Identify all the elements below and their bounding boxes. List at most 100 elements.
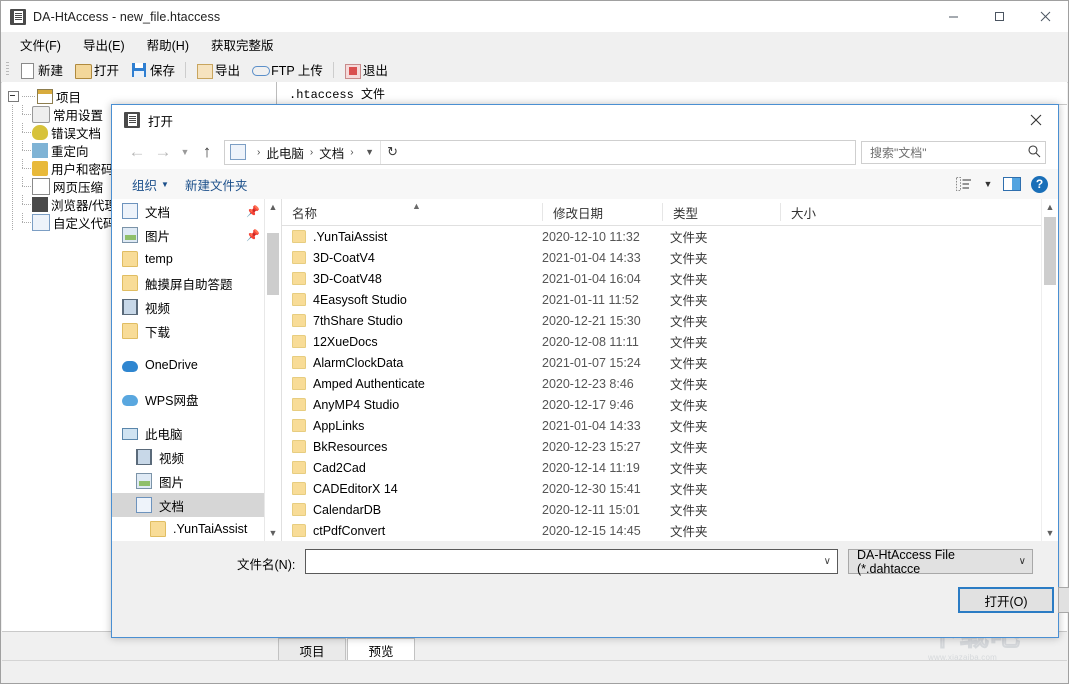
file-name-cell: .YunTaiAssist bbox=[282, 230, 542, 244]
menu-file[interactable]: 文件(F) bbox=[9, 32, 72, 57]
file-row[interactable]: 12XueDocs2020-12-08 11:11文件夹 bbox=[282, 331, 1058, 352]
organize-button[interactable]: 组织 ▼ bbox=[124, 173, 177, 196]
search-input[interactable]: 搜索"文档" bbox=[861, 141, 1046, 164]
file-row[interactable]: .YunTaiAssist2020-12-10 11:32文件夹 bbox=[282, 226, 1058, 247]
scroll-down-icon[interactable]: ▼ bbox=[1042, 525, 1058, 541]
file-date-cell: 2020-12-23 8:46 bbox=[542, 377, 662, 391]
menu-get-full-version[interactable]: 获取完整版 bbox=[200, 32, 285, 57]
forward-arrow-icon[interactable]: → bbox=[150, 140, 176, 164]
file-row[interactable]: 3D-CoatV482021-01-04 16:04文件夹 bbox=[282, 268, 1058, 289]
folder-icon bbox=[292, 335, 306, 348]
column-header[interactable]: 类型 bbox=[662, 203, 780, 221]
menu-help[interactable]: 帮助(H) bbox=[136, 32, 200, 57]
place-item[interactable]: 触摸屏自助答题 bbox=[112, 271, 264, 295]
file-name-cell: CADEditorX 14 bbox=[282, 482, 542, 496]
refresh-icon[interactable]: ↻ bbox=[380, 141, 405, 164]
breadcrumb-documents[interactable]: 文档 bbox=[319, 143, 344, 162]
project-grid-icon bbox=[37, 89, 53, 104]
tree-connector bbox=[8, 105, 18, 123]
file-row[interactable]: AlarmClockData2021-01-07 15:24文件夹 bbox=[282, 352, 1058, 373]
file-type-dropdown[interactable]: DA-HtAccess File (*.dahtacce ∨ bbox=[848, 549, 1033, 574]
place-label: 图片 bbox=[159, 472, 184, 491]
file-row[interactable]: AppLinks2021-01-04 14:33文件夹 bbox=[282, 415, 1058, 436]
back-arrow-icon[interactable]: ← bbox=[124, 140, 150, 164]
preview-pane-icon[interactable] bbox=[1001, 174, 1023, 194]
scroll-up-icon[interactable]: ▲ bbox=[265, 199, 281, 215]
chevron-down-icon[interactable]: ∨ bbox=[824, 556, 831, 567]
new-folder-button[interactable]: 新建文件夹 bbox=[177, 173, 256, 196]
toolbar-ftp-upload-button[interactable]: FTP 上传 bbox=[246, 58, 329, 81]
tab-preview[interactable]: 预览 bbox=[347, 638, 415, 661]
open-button[interactable]: 打开(O) bbox=[958, 587, 1054, 613]
toolbar-exit-button[interactable]: 退出 bbox=[338, 58, 394, 81]
place-item[interactable]: 视频 bbox=[112, 295, 264, 319]
tool-bar: 新建 打开 保存 导出 FTP 上传 退出 bbox=[1, 57, 1068, 83]
column-header[interactable]: 大小 bbox=[780, 203, 858, 221]
cancel-button[interactable]: 取消 bbox=[1058, 587, 1069, 613]
pin-icon[interactable]: 📌 bbox=[246, 229, 260, 242]
file-row[interactable]: BkResources2020-12-23 15:27文件夹 bbox=[282, 436, 1058, 457]
place-item[interactable]: 图片 bbox=[112, 469, 264, 493]
maximize-button[interactable] bbox=[976, 1, 1022, 32]
open-file-dialog: 打开 ← → ▼ ↑ › 此电脑 › 文档 › ▼ ↻ 搜索"文档" bbox=[111, 104, 1059, 638]
column-header[interactable]: 名称▲ bbox=[282, 203, 542, 221]
tree-item-project[interactable]: 项目 bbox=[8, 87, 276, 105]
toolbar-new-button[interactable]: 新建 bbox=[13, 58, 69, 81]
breadcrumb-this-pc[interactable]: 此电脑 bbox=[266, 143, 304, 162]
places-scrollbar[interactable]: ▲ ▼ bbox=[265, 199, 282, 541]
place-label: OneDrive bbox=[145, 358, 198, 372]
view-list-icon[interactable] bbox=[953, 174, 975, 194]
video-icon bbox=[136, 449, 152, 465]
compress-icon bbox=[32, 178, 50, 195]
menu-export[interactable]: 导出(E) bbox=[72, 32, 136, 57]
file-row[interactable]: Amped Authenticate2020-12-23 8:46文件夹 bbox=[282, 373, 1058, 394]
toolbar-export-button[interactable]: 导出 bbox=[190, 58, 246, 81]
scroll-thumb[interactable] bbox=[267, 233, 279, 295]
minimize-button[interactable] bbox=[930, 1, 976, 32]
place-item[interactable]: 文档📌 bbox=[112, 199, 264, 223]
toolbar-grip[interactable] bbox=[6, 62, 9, 77]
history-chevron-icon[interactable]: ▼ bbox=[176, 140, 194, 164]
dialog-close-button[interactable] bbox=[1013, 105, 1058, 135]
tab-project[interactable]: 项目 bbox=[278, 638, 346, 661]
breadcrumb-dropdown-icon[interactable]: ▼ bbox=[360, 141, 380, 164]
folder-icon bbox=[150, 521, 166, 537]
column-header[interactable]: 修改日期 bbox=[542, 203, 662, 221]
tree-connector bbox=[8, 177, 18, 195]
place-item[interactable]: 文档 bbox=[112, 493, 264, 517]
up-arrow-icon[interactable]: ↑ bbox=[194, 140, 220, 164]
file-row[interactable]: 3D-CoatV42021-01-04 14:33文件夹 bbox=[282, 247, 1058, 268]
file-type-cell: 文件夹 bbox=[662, 374, 780, 393]
help-icon[interactable]: ? bbox=[1031, 176, 1048, 193]
breadcrumb-bar[interactable]: › 此电脑 › 文档 › ▼ ↻ bbox=[224, 140, 856, 165]
place-item[interactable]: 下载 bbox=[112, 319, 264, 343]
scroll-up-icon[interactable]: ▲ bbox=[1042, 199, 1058, 215]
pin-icon[interactable]: 📌 bbox=[246, 205, 260, 218]
file-row[interactable]: Cad2Cad2020-12-14 11:19文件夹 bbox=[282, 457, 1058, 478]
place-item[interactable]: 此电脑 bbox=[112, 421, 264, 445]
place-item[interactable]: .YunTaiAssist bbox=[112, 517, 264, 541]
search-icon[interactable] bbox=[1027, 144, 1041, 161]
toolbar-open-button[interactable]: 打开 bbox=[69, 58, 125, 81]
toolbar-save-button[interactable]: 保存 bbox=[125, 58, 181, 81]
file-row[interactable]: 7thShare Studio2020-12-21 15:30文件夹 bbox=[282, 310, 1058, 331]
file-type-cell: 文件夹 bbox=[662, 458, 780, 477]
toolbar-exit-label: 退出 bbox=[363, 60, 388, 79]
file-row[interactable]: CalendarDB2020-12-11 15:01文件夹 bbox=[282, 499, 1058, 520]
collapse-toggle-icon[interactable] bbox=[8, 91, 19, 102]
close-button[interactable] bbox=[1022, 1, 1068, 32]
place-item[interactable]: WPS网盘 bbox=[112, 387, 264, 411]
file-row[interactable]: ctPdfConvert2020-12-15 14:45文件夹 bbox=[282, 520, 1058, 541]
scroll-down-icon[interactable]: ▼ bbox=[265, 525, 281, 541]
place-item[interactable]: 图片📌 bbox=[112, 223, 264, 247]
view-dropdown-icon[interactable]: ▼ bbox=[977, 174, 999, 194]
file-row[interactable]: AnyMP4 Studio2020-12-17 9:46文件夹 bbox=[282, 394, 1058, 415]
file-row[interactable]: CADEditorX 142020-12-30 15:41文件夹 bbox=[282, 478, 1058, 499]
place-item[interactable]: OneDrive bbox=[112, 353, 264, 377]
scroll-thumb[interactable] bbox=[1044, 217, 1056, 285]
file-row[interactable]: 4Easysoft Studio2021-01-11 11:52文件夹 bbox=[282, 289, 1058, 310]
filename-input[interactable]: ∨ bbox=[305, 549, 838, 574]
place-item[interactable]: temp bbox=[112, 247, 264, 271]
file-list-scrollbar[interactable]: ▲ ▼ bbox=[1041, 199, 1058, 541]
place-item[interactable]: 视频 bbox=[112, 445, 264, 469]
